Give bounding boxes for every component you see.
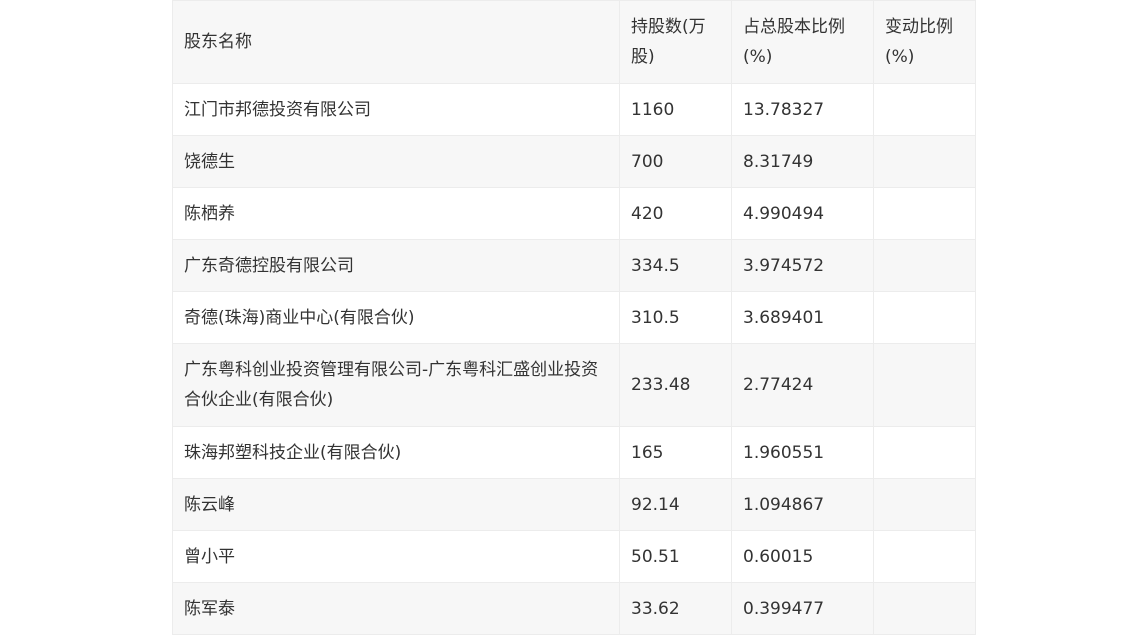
cell-shareholder-name: 广东粤科创业投资管理有限公司-广东粤科汇盛创业投资合伙企业(有限合伙)	[172, 343, 620, 427]
cell-change-ratio	[873, 530, 976, 583]
cell-shareholder-name: 珠海邦塑科技企业(有限合伙)	[172, 426, 620, 479]
table-row: 饶德生 700 8.31749	[172, 135, 976, 188]
cell-shares-held: 165	[619, 426, 732, 479]
cell-shares-held: 420	[619, 187, 732, 240]
cell-shares-held: 310.5	[619, 291, 732, 344]
cell-shares-held: 33.62	[619, 582, 732, 635]
cell-change-ratio	[873, 83, 976, 136]
cell-shares-held: 1160	[619, 83, 732, 136]
table-row: 陈栖养 420 4.990494	[172, 187, 976, 240]
cell-shares-held: 233.48	[619, 343, 732, 427]
table-row: 广东奇德控股有限公司 334.5 3.974572	[172, 239, 976, 292]
table-row: 曾小平 50.51 0.60015	[172, 530, 976, 583]
shareholder-table-container: 股东名称 持股数(万股) 占总股本比例(%) 变动比例(%) 江门市邦德投资有限…	[172, 0, 976, 635]
cell-shareholder-name: 曾小平	[172, 530, 620, 583]
header-shares-held: 持股数(万股)	[619, 0, 732, 84]
table-row: 江门市邦德投资有限公司 1160 13.78327	[172, 83, 976, 136]
table-header-row: 股东名称 持股数(万股) 占总股本比例(%) 变动比例(%)	[172, 0, 976, 84]
table-row: 陈云峰 92.14 1.094867	[172, 478, 976, 531]
table-row: 陈军泰 33.62 0.399477	[172, 582, 976, 635]
header-shareholder-name: 股东名称	[172, 0, 620, 84]
cell-change-ratio	[873, 291, 976, 344]
cell-share-ratio: 1.094867	[731, 478, 874, 531]
cell-shares-held: 700	[619, 135, 732, 188]
shareholder-table: 股东名称 持股数(万股) 占总股本比例(%) 变动比例(%) 江门市邦德投资有限…	[172, 0, 976, 635]
cell-change-ratio	[873, 426, 976, 479]
cell-share-ratio: 0.60015	[731, 530, 874, 583]
table-row: 奇德(珠海)商业中心(有限合伙) 310.5 3.689401	[172, 291, 976, 344]
cell-shareholder-name: 陈军泰	[172, 582, 620, 635]
cell-share-ratio: 3.974572	[731, 239, 874, 292]
cell-shareholder-name: 陈栖养	[172, 187, 620, 240]
cell-share-ratio: 8.31749	[731, 135, 874, 188]
cell-change-ratio	[873, 187, 976, 240]
cell-shareholder-name: 广东奇德控股有限公司	[172, 239, 620, 292]
cell-change-ratio	[873, 478, 976, 531]
cell-shareholder-name: 江门市邦德投资有限公司	[172, 83, 620, 136]
cell-share-ratio: 0.399477	[731, 582, 874, 635]
cell-shares-held: 334.5	[619, 239, 732, 292]
header-share-ratio: 占总股本比例(%)	[731, 0, 874, 84]
cell-shareholder-name: 奇德(珠海)商业中心(有限合伙)	[172, 291, 620, 344]
cell-shares-held: 50.51	[619, 530, 732, 583]
header-change-ratio: 变动比例(%)	[873, 0, 976, 84]
table-row: 广东粤科创业投资管理有限公司-广东粤科汇盛创业投资合伙企业(有限合伙) 233.…	[172, 343, 976, 427]
cell-shareholder-name: 饶德生	[172, 135, 620, 188]
cell-share-ratio: 2.77424	[731, 343, 874, 427]
cell-change-ratio	[873, 135, 976, 188]
cell-change-ratio	[873, 343, 976, 427]
cell-shares-held: 92.14	[619, 478, 732, 531]
table-row: 珠海邦塑科技企业(有限合伙) 165 1.960551	[172, 426, 976, 479]
cell-share-ratio: 3.689401	[731, 291, 874, 344]
cell-share-ratio: 13.78327	[731, 83, 874, 136]
cell-share-ratio: 4.990494	[731, 187, 874, 240]
cell-change-ratio	[873, 239, 976, 292]
cell-share-ratio: 1.960551	[731, 426, 874, 479]
cell-change-ratio	[873, 582, 976, 635]
cell-shareholder-name: 陈云峰	[172, 478, 620, 531]
